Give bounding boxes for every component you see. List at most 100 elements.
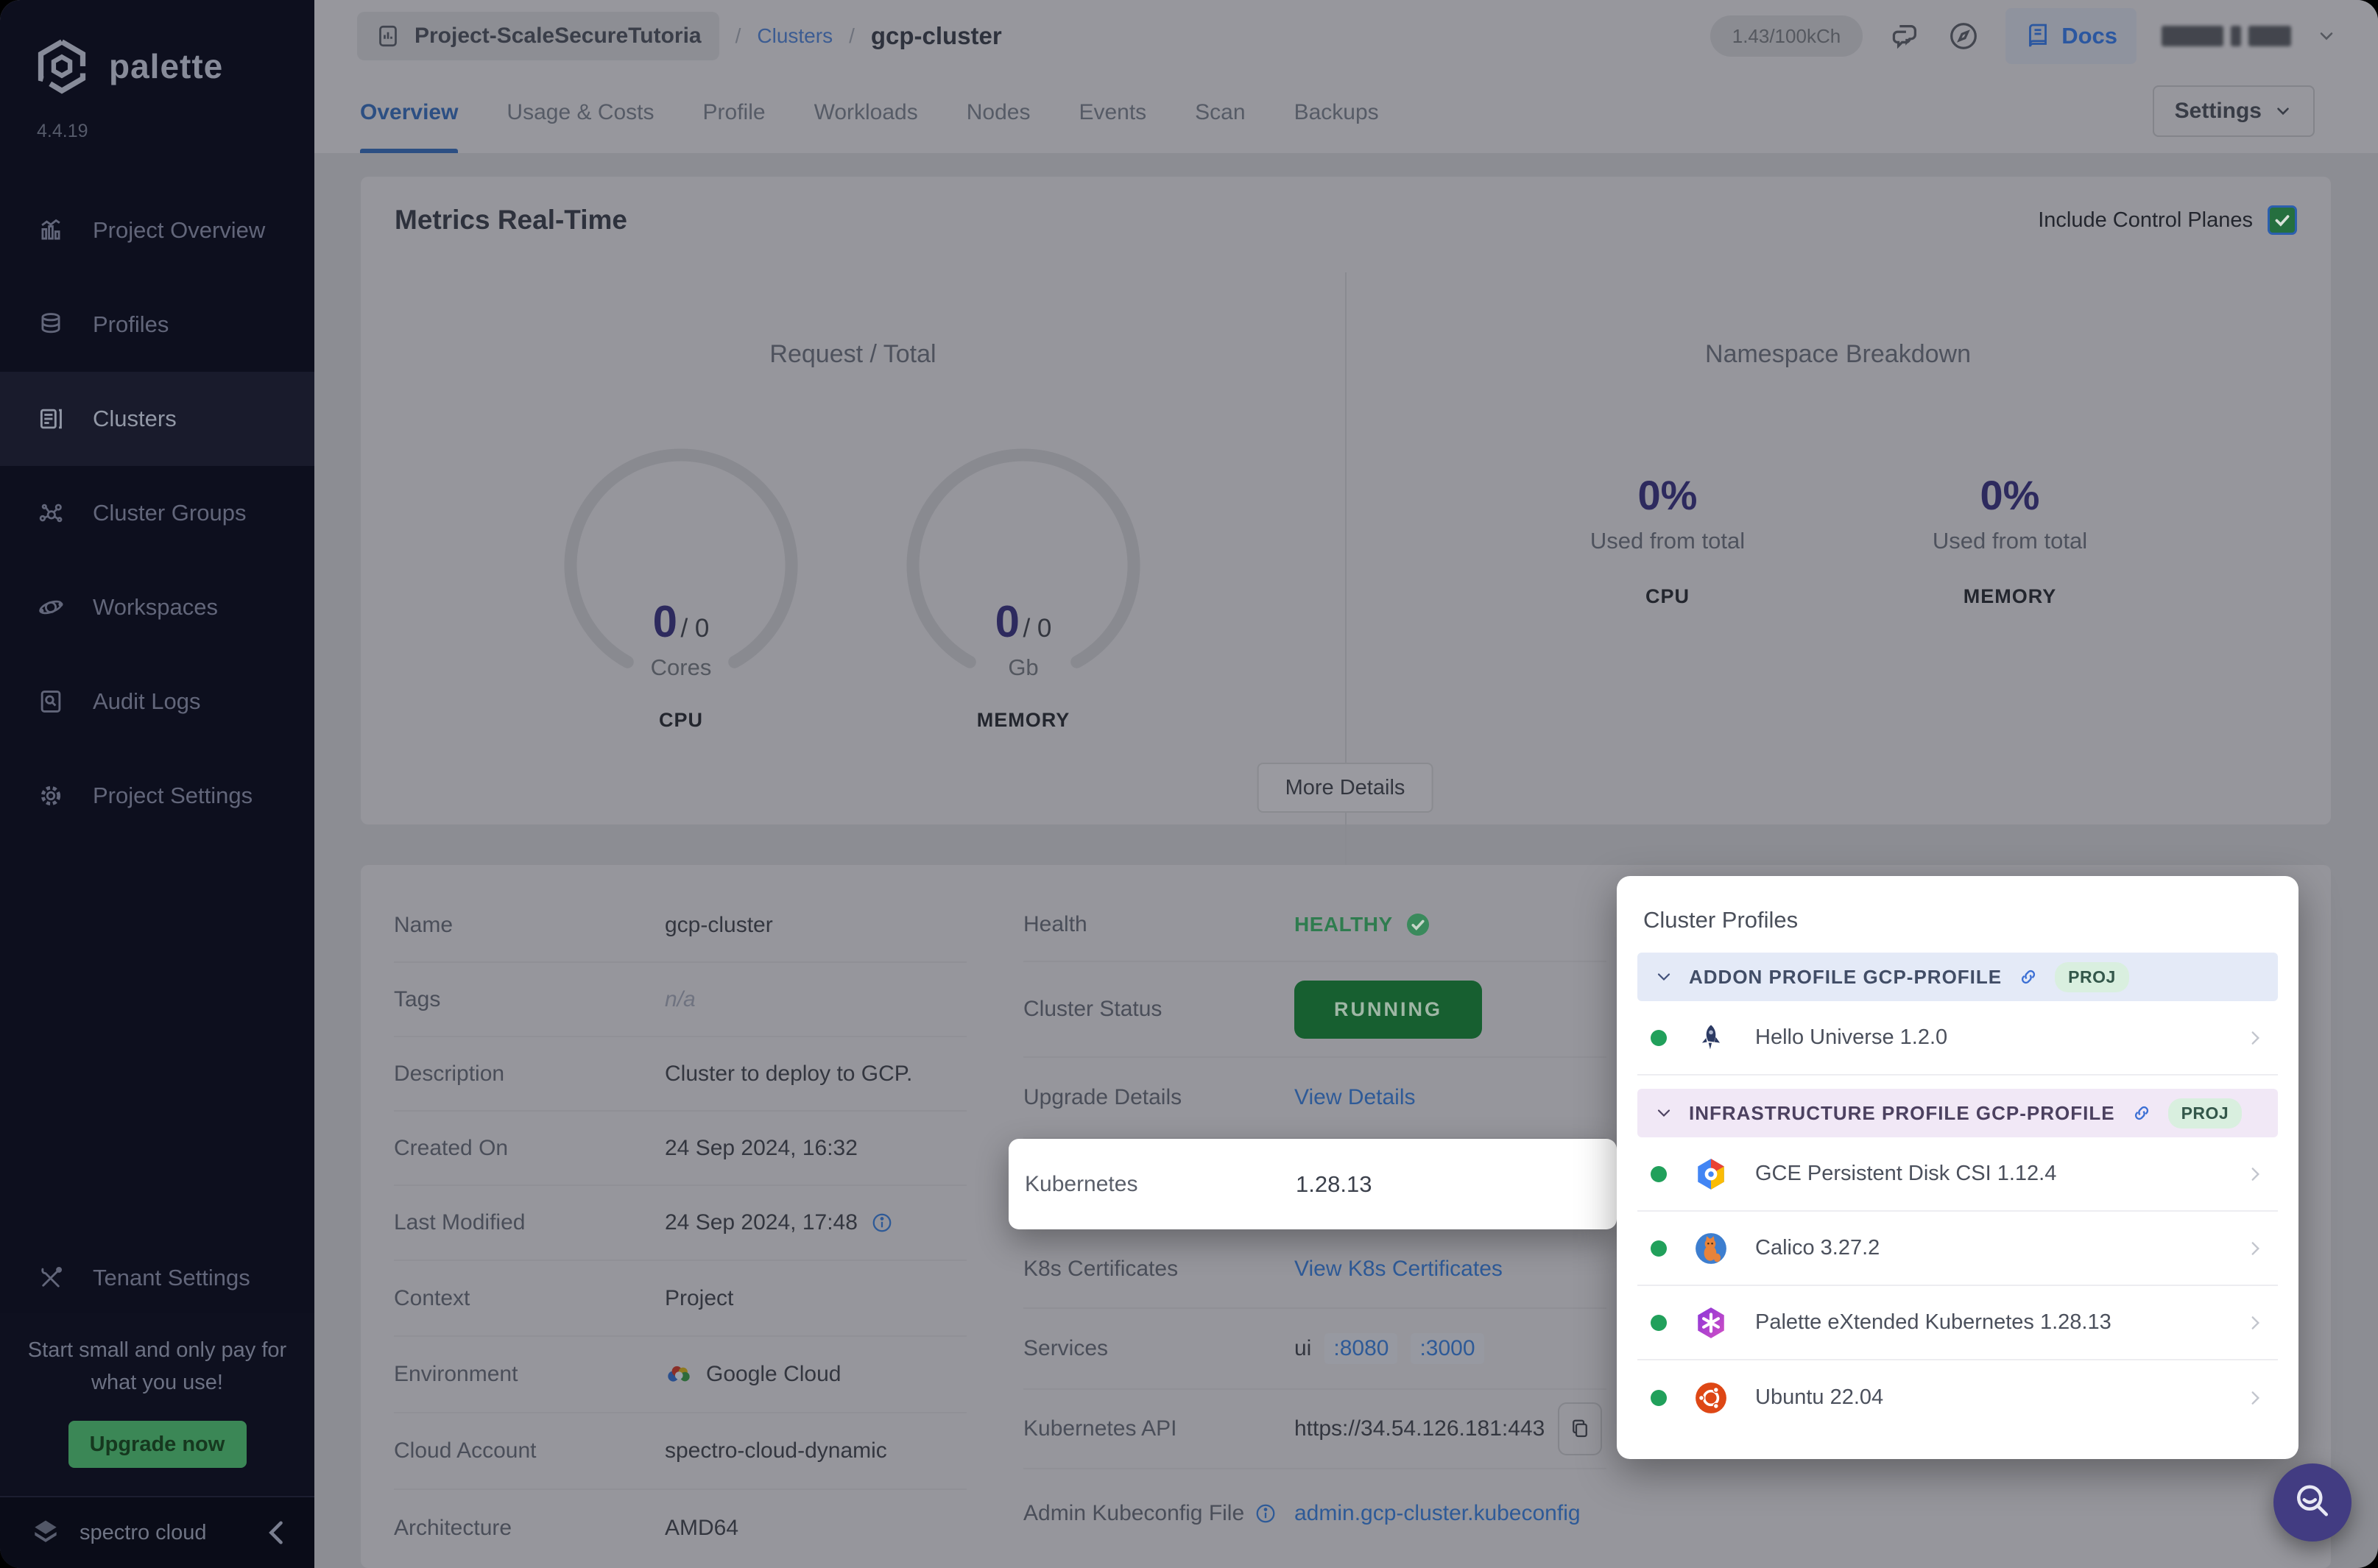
tab-workloads[interactable]: Workloads (814, 72, 918, 153)
info-icon[interactable] (1255, 1502, 1277, 1525)
tab-events[interactable]: Events (1079, 72, 1146, 153)
tab-backups[interactable]: Backups (1294, 72, 1379, 153)
detail-label: Last Modified (394, 1210, 526, 1235)
topbar: Project-ScaleSecureTutoria / Clusters / … (314, 0, 2378, 72)
tab-label: Backups (1294, 100, 1379, 124)
ubuntu-icon (1693, 1380, 1729, 1416)
addon-profile-section-header[interactable]: ADDON PROFILE GCP-PROFILE PROJ (1637, 953, 2278, 1001)
settings-button[interactable]: Settings (2152, 85, 2315, 137)
sidebar-item-project-settings[interactable]: Project Settings (0, 749, 314, 843)
details-left-column: Name gcp-cluster Tags n/a Description Cl… (394, 889, 967, 1567)
collapse-sidebar-icon[interactable] (266, 1520, 285, 1545)
more-details-button[interactable]: More Details (1257, 763, 1433, 813)
docs-book-icon (2029, 24, 2047, 47)
cluster-groups-icon (39, 504, 63, 523)
memory-total-value: 0 (1037, 614, 1052, 643)
kubeconfig-download-link[interactable]: admin.gcp-cluster.kubeconfig (1294, 1501, 1581, 1526)
explore-button[interactable] (1947, 19, 1980, 53)
cpu-unit: Cores (650, 654, 712, 680)
sidebar-item-cluster-groups[interactable]: Cluster Groups (0, 466, 314, 560)
sidebar-item-label: Audit Logs (93, 688, 201, 714)
profile-layer-name: Hello Universe 1.2.0 (1755, 1025, 1948, 1049)
breadcrumb-clusters-link[interactable]: Clusters (757, 24, 833, 48)
sidebar-item-audit-logs[interactable]: Audit Logs (0, 654, 314, 749)
tab-label: Overview (360, 100, 459, 124)
detail-row-name: Name gcp-cluster (394, 889, 967, 963)
sidebar-item-label: Project Overview (93, 217, 266, 243)
cpu-request-value: 0 (652, 597, 677, 646)
healthy-check-icon (1406, 914, 1429, 936)
detail-value: 24 Sep 2024, 17:48 (665, 1210, 858, 1235)
namespace-cpu-percent: 0% (1637, 472, 1698, 518)
kubernetes-label: Kubernetes (1025, 1171, 1138, 1196)
hello-universe-icon (1693, 1020, 1729, 1056)
chevron-down-icon (2277, 107, 2289, 116)
sidebar-item-workspaces[interactable]: Workspaces (0, 560, 314, 654)
tab-nodes[interactable]: Nodes (967, 72, 1031, 153)
cpu-gauge: 0 / 0 Cores CPU (548, 427, 814, 736)
profile-layer-name: GCE Persistent Disk CSI 1.12.4 (1755, 1162, 2057, 1185)
infrastructure-profile-section-header[interactable]: INFRASTRUCTURE PROFILE GCP-PROFILE PROJ (1637, 1089, 2278, 1137)
docs-label: Docs (2061, 23, 2117, 49)
service-port-8080-link[interactable]: :8080 (1324, 1333, 1398, 1364)
compass-icon (1950, 23, 1977, 49)
user-name-redacted[interactable] (2162, 26, 2291, 46)
info-icon[interactable] (871, 1212, 893, 1234)
namespace-memory-stat: 0% Used from total MEMORY (1855, 471, 2164, 608)
profile-layer-ubuntu[interactable]: Ubuntu 22.04 (1637, 1360, 2278, 1435)
breadcrumb-separator: / (735, 24, 741, 47)
detail-value: spectro-cloud-dynamic (665, 1438, 887, 1463)
detail-row-tags: Tags n/a (394, 963, 967, 1037)
docs-button[interactable]: Docs (2005, 8, 2137, 64)
profile-layer-gce-disk[interactable]: GCE Persistent Disk CSI 1.12.4 (1637, 1137, 2278, 1212)
user-menu-chevron-down-icon[interactable] (2316, 26, 2337, 46)
chevron-down-icon (1657, 973, 1670, 981)
view-details-link[interactable]: View Details (1294, 1085, 1416, 1110)
sidebar-item-tenant-settings[interactable]: Tenant Settings (0, 1231, 314, 1325)
layer-status-dot (1651, 1389, 1667, 1406)
sidebar-item-label: Workspaces (93, 594, 218, 620)
view-k8s-certificates-link[interactable]: View K8s Certificates (1294, 1257, 1503, 1282)
profile-layer-palette-extended-kubernetes[interactable]: Palette eXtended Kubernetes 1.28.13 (1637, 1286, 2278, 1360)
sidebar-item-project-overview[interactable]: Project Overview (0, 183, 314, 278)
chevron-right-icon (2251, 1316, 2260, 1329)
app-version: 4.4.19 (37, 121, 88, 141)
detail-label: Created On (394, 1135, 509, 1160)
chevron-right-icon (2251, 1031, 2260, 1045)
profile-layer-name: Palette eXtended Kubernetes 1.28.13 (1755, 1310, 2111, 1334)
sidebar-item-profiles[interactable]: Profiles (0, 278, 314, 372)
include-control-planes[interactable]: Include Control Planes (2038, 205, 2297, 235)
detail-label: Upgrade Details (1023, 1085, 1182, 1109)
pxk-icon (1693, 1305, 1729, 1341)
assistant-search-fab[interactable] (2273, 1463, 2351, 1541)
detail-row-cluster-status: Cluster Status RUNNING (1023, 962, 1606, 1058)
sidebar-item-clusters[interactable]: Clusters (0, 372, 314, 466)
tab-scan[interactable]: Scan (1195, 72, 1245, 153)
sidebar-nav: Project Overview Profiles Clusters Clust… (0, 183, 314, 843)
logo: palette (0, 0, 314, 94)
copy-icon (1573, 1419, 1588, 1438)
project-selector[interactable]: Project-ScaleSecureTutoria (357, 12, 719, 60)
gce-disk-icon (1693, 1156, 1729, 1192)
chevron-right-icon (2251, 1167, 2260, 1181)
cluster-tabs: Overview Usage & Costs Profile Workloads… (314, 72, 2378, 153)
copy-api-button[interactable] (1558, 1402, 1603, 1455)
sidebar-item-label: Cluster Groups (93, 500, 247, 526)
project-settings-icon (40, 785, 61, 806)
upgrade-now-button[interactable]: Upgrade now (68, 1421, 247, 1468)
breadcrumb-separator: / (849, 24, 855, 47)
link-icon (2022, 970, 2036, 984)
include-control-planes-checkbox[interactable] (2268, 205, 2297, 235)
profile-layer-calico[interactable]: Calico 3.27.2 (1637, 1212, 2278, 1286)
service-port-3000-link[interactable]: :3000 (1411, 1333, 1484, 1364)
logo-text: palette (109, 47, 224, 85)
profile-layer-hello-universe[interactable]: Hello Universe 1.2.0 (1637, 1001, 2278, 1076)
metrics-title: Metrics Real-Time (395, 205, 627, 235)
tab-label: Profile (702, 100, 766, 124)
detail-label: Kubernetes API (1023, 1416, 1177, 1441)
tab-usage-costs[interactable]: Usage & Costs (507, 72, 654, 153)
tab-overview[interactable]: Overview (360, 72, 459, 153)
feedback-button[interactable] (1888, 19, 1922, 53)
tab-profile[interactable]: Profile (703, 72, 766, 153)
audit-logs-icon (40, 691, 61, 713)
